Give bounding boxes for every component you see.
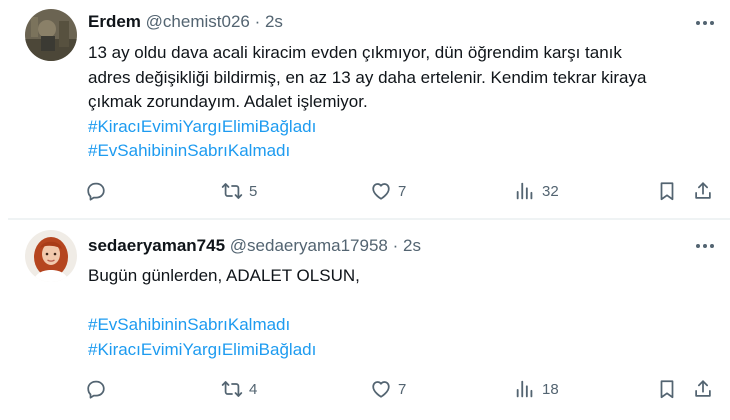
avatar[interactable] [25,9,77,61]
action-bar: 5 7 32 [0,178,730,204]
share-icon [695,182,711,199]
display-name[interactable]: Erdem [88,12,141,31]
reply-button[interactable] [85,376,113,402]
more-icon[interactable] [694,235,716,257]
tweet-header: sedaeryaman745 @sedaeryama17958 · 2s [88,235,421,257]
text-line: 13 ay oldu dava acali kiracim evden çıkm… [88,43,622,62]
text-line: çıkmak zorundayım. Adalet işlemiyor. [88,92,368,111]
retweet-count: 5 [249,182,258,200]
reply-icon [87,182,105,201]
share-button[interactable] [692,376,714,402]
bookmark-icon [660,182,674,201]
more-icon[interactable] [694,12,716,34]
views-button[interactable]: 18 [514,376,559,402]
hashtag-link[interactable]: #KiracıEvimiYargıElimiBağladı [88,115,708,140]
display-name[interactable]: sedaeryaman745 [88,236,225,255]
retweet-icon [221,183,243,199]
tweet[interactable]: Erdem @chemist026 · 2s 13 ay oldu dava a… [0,0,730,219]
hashtag-link[interactable]: #EvSahibininSabrıKalmadı [88,313,708,338]
like-icon [372,183,390,200]
view-count: 32 [542,182,559,200]
share-icon [695,380,711,397]
handle[interactable]: @chemist026 [146,12,250,31]
timestamp[interactable]: 2s [403,236,421,255]
bookmark-icon [660,380,674,399]
text-line: adres değişikliği bildirmiş, en az 13 ay… [88,67,647,87]
text-line: Bugün günlerden, ADALET OLSUN, [88,266,360,285]
avatar[interactable] [25,230,77,282]
hashtag-link[interactable]: #EvSahibininSabrıKalmadı [88,139,708,164]
retweet-count: 4 [249,380,258,398]
hashtag-link[interactable]: #KiracıEvimiYargıElimiBağladı [88,338,708,363]
views-button[interactable]: 32 [514,178,559,204]
divider [8,218,730,220]
reply-button[interactable] [85,178,113,204]
bookmark-button[interactable] [656,178,678,204]
retweet-button[interactable]: 5 [221,178,257,204]
separator: · [249,12,265,31]
like-button[interactable]: 7 [370,376,406,402]
views-icon [516,182,533,200]
retweet-button[interactable]: 4 [221,376,257,402]
tweet-text: 13 ay oldu dava acali kiracim evden çıkm… [88,41,708,164]
like-count: 7 [398,182,407,200]
tweet[interactable]: sedaeryaman745 @sedaeryama17958 · 2s Bug… [0,222,730,420]
timestamp[interactable]: 2s [265,12,283,31]
reply-icon [87,380,105,399]
separator: · [387,236,403,255]
like-button[interactable]: 7 [370,178,406,204]
retweet-icon [221,381,243,397]
views-icon [516,380,533,398]
tweet-text: Bugün günlerden, ADALET OLSUN, #EvSahibi… [88,264,708,362]
action-bar: 4 7 18 [0,376,730,402]
bookmark-button[interactable] [656,376,678,402]
view-count: 18 [542,380,559,398]
handle[interactable]: @sedaeryama17958 [230,236,388,255]
tweet-feed: Erdem @chemist026 · 2s 13 ay oldu dava a… [0,0,730,420]
share-button[interactable] [692,178,714,204]
like-icon [372,381,390,398]
tweet-header: Erdem @chemist026 · 2s [88,11,283,33]
like-count: 7 [398,380,407,398]
